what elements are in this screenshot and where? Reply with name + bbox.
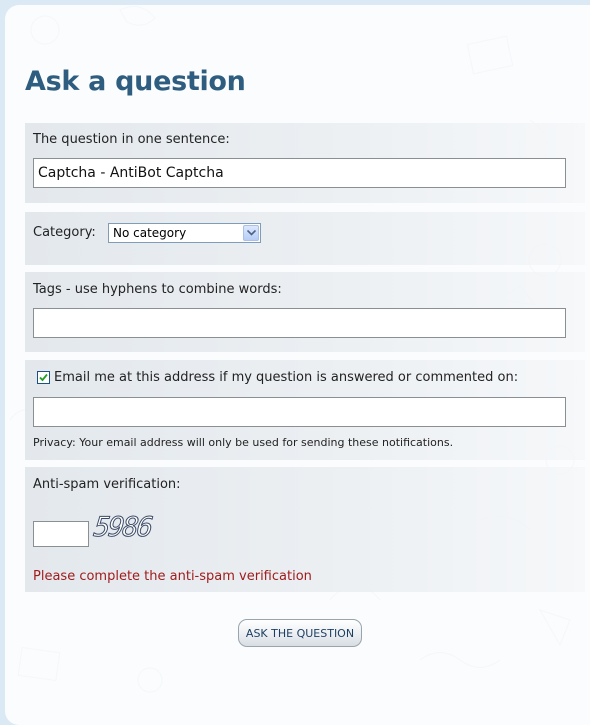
email-section: Email me at this address if my question … <box>25 360 585 460</box>
question-label: The question in one sentence: <box>33 132 230 147</box>
antispam-section: Anti-spam verification: 5986 Please comp… <box>25 467 585 592</box>
tags-input[interactable] <box>33 308 566 338</box>
check-icon <box>39 373 48 382</box>
question-section: The question in one sentence: <box>25 123 585 203</box>
captcha-image: 5986 <box>92 512 153 544</box>
antispam-input[interactable] <box>33 521 89 547</box>
category-selected-value: No category <box>113 226 187 240</box>
antispam-error-message: Please complete the anti-spam verificati… <box>33 569 312 584</box>
category-select[interactable]: No category <box>108 223 261 243</box>
category-section: Category: No category <box>25 212 585 265</box>
antispam-label: Anti-spam verification: <box>33 477 181 492</box>
question-input[interactable] <box>33 158 566 188</box>
email-input[interactable] <box>33 397 566 427</box>
chevron-down-icon <box>247 230 256 236</box>
privacy-note: Privacy: Your email address will only be… <box>33 436 454 449</box>
select-dropdown-button[interactable] <box>243 225 259 241</box>
tags-label: Tags - use hyphens to combine words: <box>33 282 282 297</box>
tags-section: Tags - use hyphens to combine words: <box>25 272 585 352</box>
category-label: Category: <box>33 225 96 240</box>
email-notify-checkbox[interactable] <box>37 371 50 384</box>
ask-question-button[interactable]: ASK THE QUESTION <box>238 619 362 647</box>
page-title: Ask a question <box>25 66 246 97</box>
email-notify-label[interactable]: Email me at this address if my question … <box>54 370 518 385</box>
